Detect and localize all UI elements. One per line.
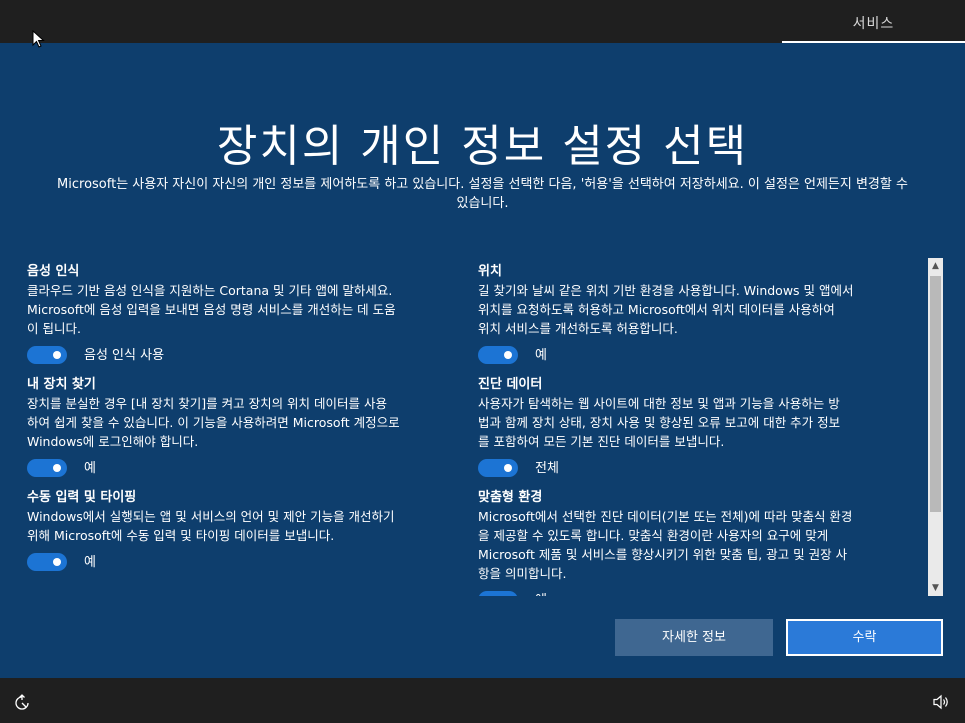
page-subtitle: Microsoft는 사용자 자신이 자신의 개인 정보를 제어하도록 하고 있… <box>57 177 908 211</box>
toggle-row: 예 <box>478 583 918 596</box>
learn-more-button[interactable]: 자세한 정보 <box>615 619 773 656</box>
find-my-device-toggle[interactable] <box>27 459 67 477</box>
settings-scrollbar[interactable]: ▲ ▼ <box>928 258 943 596</box>
desc-line: 항을 의미합니다. <box>478 566 567 581</box>
desc-line: Windows에서 실행되는 앱 및 서비스의 언어 및 제안 기능을 개선하기 <box>27 509 395 524</box>
desc-line: 위치 서비스를 개선하도록 허용합니다. <box>478 321 678 336</box>
setting-title: 음성 인식 <box>27 264 80 279</box>
desc-line: 를 포함하여 모든 기본 진단 데이터를 보냅니다. <box>478 434 725 449</box>
toggle-knob <box>53 351 61 359</box>
toggle-row: 예 <box>27 451 465 488</box>
desc-line: 사용자가 탐색하는 웹 사이트에 대한 정보 및 앱과 기능을 사용하는 방 <box>478 396 840 411</box>
setting-diagnostics: 진단 데이터 사용자가 탐색하는 웹 사이트에 대한 정보 및 앱과 기능을 사… <box>478 375 918 488</box>
toggle-knob <box>504 351 512 359</box>
toggle-knob <box>53 464 61 472</box>
setting-speech-recognition: 음성 인식 클라우드 기반 음성 인식을 지원하는 Cortana 및 기타 앱… <box>27 262 465 375</box>
inking-typing-toggle[interactable] <box>27 553 67 571</box>
desc-line: Windows에 로그인해야 합니다. <box>27 434 199 449</box>
page-title: 장치의 개인 정보 설정 선택 <box>216 121 749 172</box>
chevron-down-icon[interactable]: ▼ <box>928 580 943 596</box>
setting-description: 클라우드 기반 음성 인식을 지원하는 Cortana 및 기타 앱에 말하세요… <box>27 281 465 338</box>
setting-inking-typing: 수동 입력 및 타이핑 Windows에서 실행되는 앱 및 서비스의 언어 및… <box>27 488 465 582</box>
ease-of-access-icon[interactable] <box>13 694 31 712</box>
scrollbar-thumb[interactable] <box>930 276 941 512</box>
toggle-knob <box>53 558 61 566</box>
accept-button[interactable]: 수락 <box>786 619 943 656</box>
tab-services-label: 서비스 <box>852 16 895 32</box>
desc-line: Microsoft에 음성 입력을 보내면 음성 명령 서비스를 개선하는 데 … <box>27 302 396 317</box>
chevron-up-icon[interactable]: ▲ <box>928 258 943 274</box>
tab-services[interactable]: 서비스 <box>782 0 965 43</box>
desc-line: 길 찾기와 날씨 같은 위치 기반 환경을 사용합니다. Windows 및 앱… <box>478 283 854 298</box>
toggle-label: 예 <box>535 591 547 596</box>
bottom-bar <box>0 678 965 723</box>
setting-tailored-experiences: 맞춤형 환경 Microsoft에서 선택한 진단 데이터(기본 또는 전체)에… <box>478 488 918 596</box>
toggle-label: 전체 <box>535 461 559 476</box>
toggle-row: 전체 <box>478 451 918 488</box>
setting-description: Windows에서 실행되는 앱 및 서비스의 언어 및 제안 기능을 개선하기… <box>27 507 465 545</box>
desc-line: Microsoft 제품 및 서비스를 향상시키기 위한 맞춤 팁, 광고 및 … <box>478 547 848 562</box>
desc-line: 법과 함께 장치 상태, 장치 사용 및 향상된 오류 보고에 대한 추가 정보 <box>478 415 841 430</box>
desc-line: Microsoft에서 선택한 진단 데이터(기본 또는 전체)에 따라 맞춤식… <box>478 509 853 524</box>
desc-line: 위치를 요청하도록 허용하고 Microsoft에서 위치 데이터를 사용하여 <box>478 302 835 317</box>
desc-line: 하여 쉽게 찾을 수 있습니다. 이 기능을 사용하려면 Microsoft 계… <box>27 415 400 430</box>
toggle-knob <box>504 464 512 472</box>
toggle-label: 예 <box>84 461 96 476</box>
desc-line: 클라우드 기반 음성 인식을 지원하는 Cortana 및 기타 앱에 말하세요… <box>27 283 393 298</box>
setting-title: 진단 데이터 <box>478 377 543 392</box>
setting-description: 길 찾기와 날씨 같은 위치 기반 환경을 사용합니다. Windows 및 앱… <box>478 281 918 338</box>
setting-title: 맞춤형 환경 <box>478 490 543 505</box>
top-bar: 서비스 <box>0 0 965 48</box>
toggle-row: 음성 인식 사용 <box>27 338 465 375</box>
toggle-row: 예 <box>27 545 465 582</box>
location-toggle[interactable] <box>478 346 518 364</box>
tailored-experiences-toggle[interactable] <box>478 591 518 596</box>
setting-title: 내 장치 찾기 <box>27 377 96 392</box>
desc-line: 이 됩니다. <box>27 321 81 336</box>
toggle-row: 예 <box>478 338 918 375</box>
toggle-label: 음성 인식 사용 <box>84 348 165 363</box>
desc-line: 장치를 분실한 경우 [내 장치 찾기]를 켜고 장치의 위치 데이터를 사용 <box>27 396 387 411</box>
mouse-pointer-icon <box>32 30 45 48</box>
setting-description: 장치를 분실한 경우 [내 장치 찾기]를 켜고 장치의 위치 데이터를 사용 … <box>27 394 465 451</box>
setting-title: 위치 <box>478 264 502 279</box>
desc-line: 위해 Microsoft에 수동 입력 및 타이핑 데이터를 보냅니다. <box>27 528 335 543</box>
setting-description: Microsoft에서 선택한 진단 데이터(기본 또는 전체)에 따라 맞춤식… <box>478 507 918 583</box>
toggle-label: 예 <box>535 348 547 363</box>
desc-line: 을 제공할 수 있도록 합니다. 맞춤식 환경이란 사용자의 요구에 맞게 <box>478 528 829 543</box>
settings-left-column: 음성 인식 클라우드 기반 음성 인식을 지원하는 Cortana 및 기타 앱… <box>27 262 465 582</box>
volume-icon[interactable] <box>932 694 950 710</box>
speech-recognition-toggle[interactable] <box>27 346 67 364</box>
toggle-label: 예 <box>84 555 96 570</box>
settings-right-column: 위치 길 찾기와 날씨 같은 위치 기반 환경을 사용합니다. Windows … <box>478 262 918 596</box>
setting-title: 수동 입력 및 타이핑 <box>27 490 137 505</box>
diagnostics-toggle[interactable] <box>478 459 518 477</box>
setting-location: 위치 길 찾기와 날씨 같은 위치 기반 환경을 사용합니다. Windows … <box>478 262 918 375</box>
setting-find-my-device: 내 장치 찾기 장치를 분실한 경우 [내 장치 찾기]를 켜고 장치의 위치 … <box>27 375 465 488</box>
setting-description: 사용자가 탐색하는 웹 사이트에 대한 정보 및 앱과 기능을 사용하는 방 법… <box>478 394 918 451</box>
